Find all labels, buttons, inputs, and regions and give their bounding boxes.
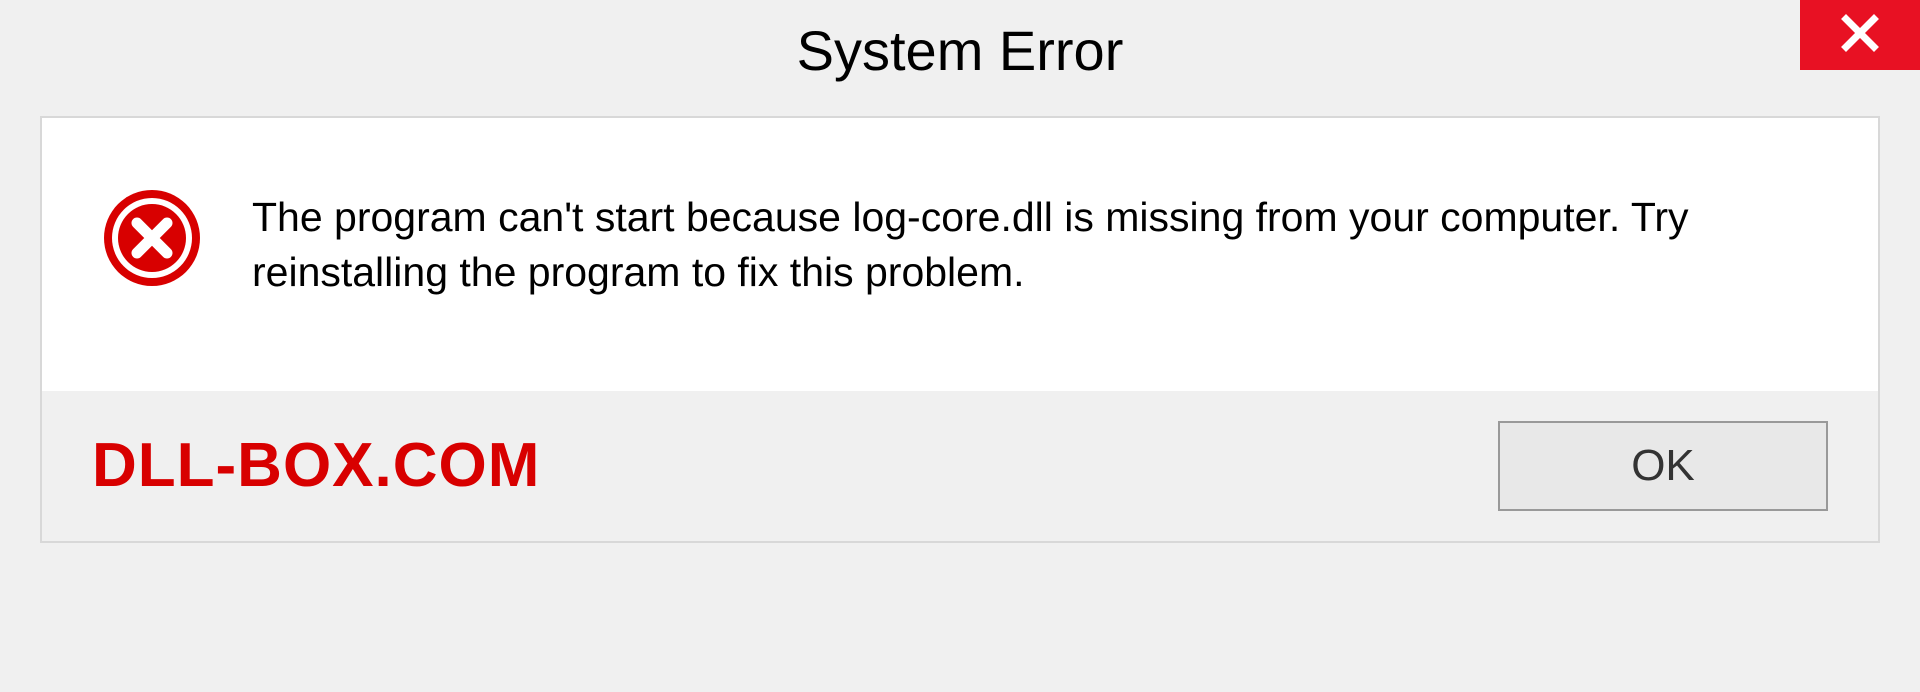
dialog-titlebar: System Error <box>0 0 1920 100</box>
message-panel: The program can't start because log-core… <box>40 116 1880 391</box>
close-icon <box>1839 12 1881 59</box>
ok-button-label: OK <box>1631 441 1695 491</box>
error-icon <box>102 188 202 288</box>
close-button[interactable] <box>1800 0 1920 70</box>
dialog-title: System Error <box>797 18 1124 83</box>
error-message: The program can't start because log-core… <box>252 188 1818 301</box>
watermark-text: DLL-BOX.COM <box>92 430 540 501</box>
ok-button[interactable]: OK <box>1498 421 1828 511</box>
dialog-footer: DLL-BOX.COM OK <box>40 391 1880 543</box>
